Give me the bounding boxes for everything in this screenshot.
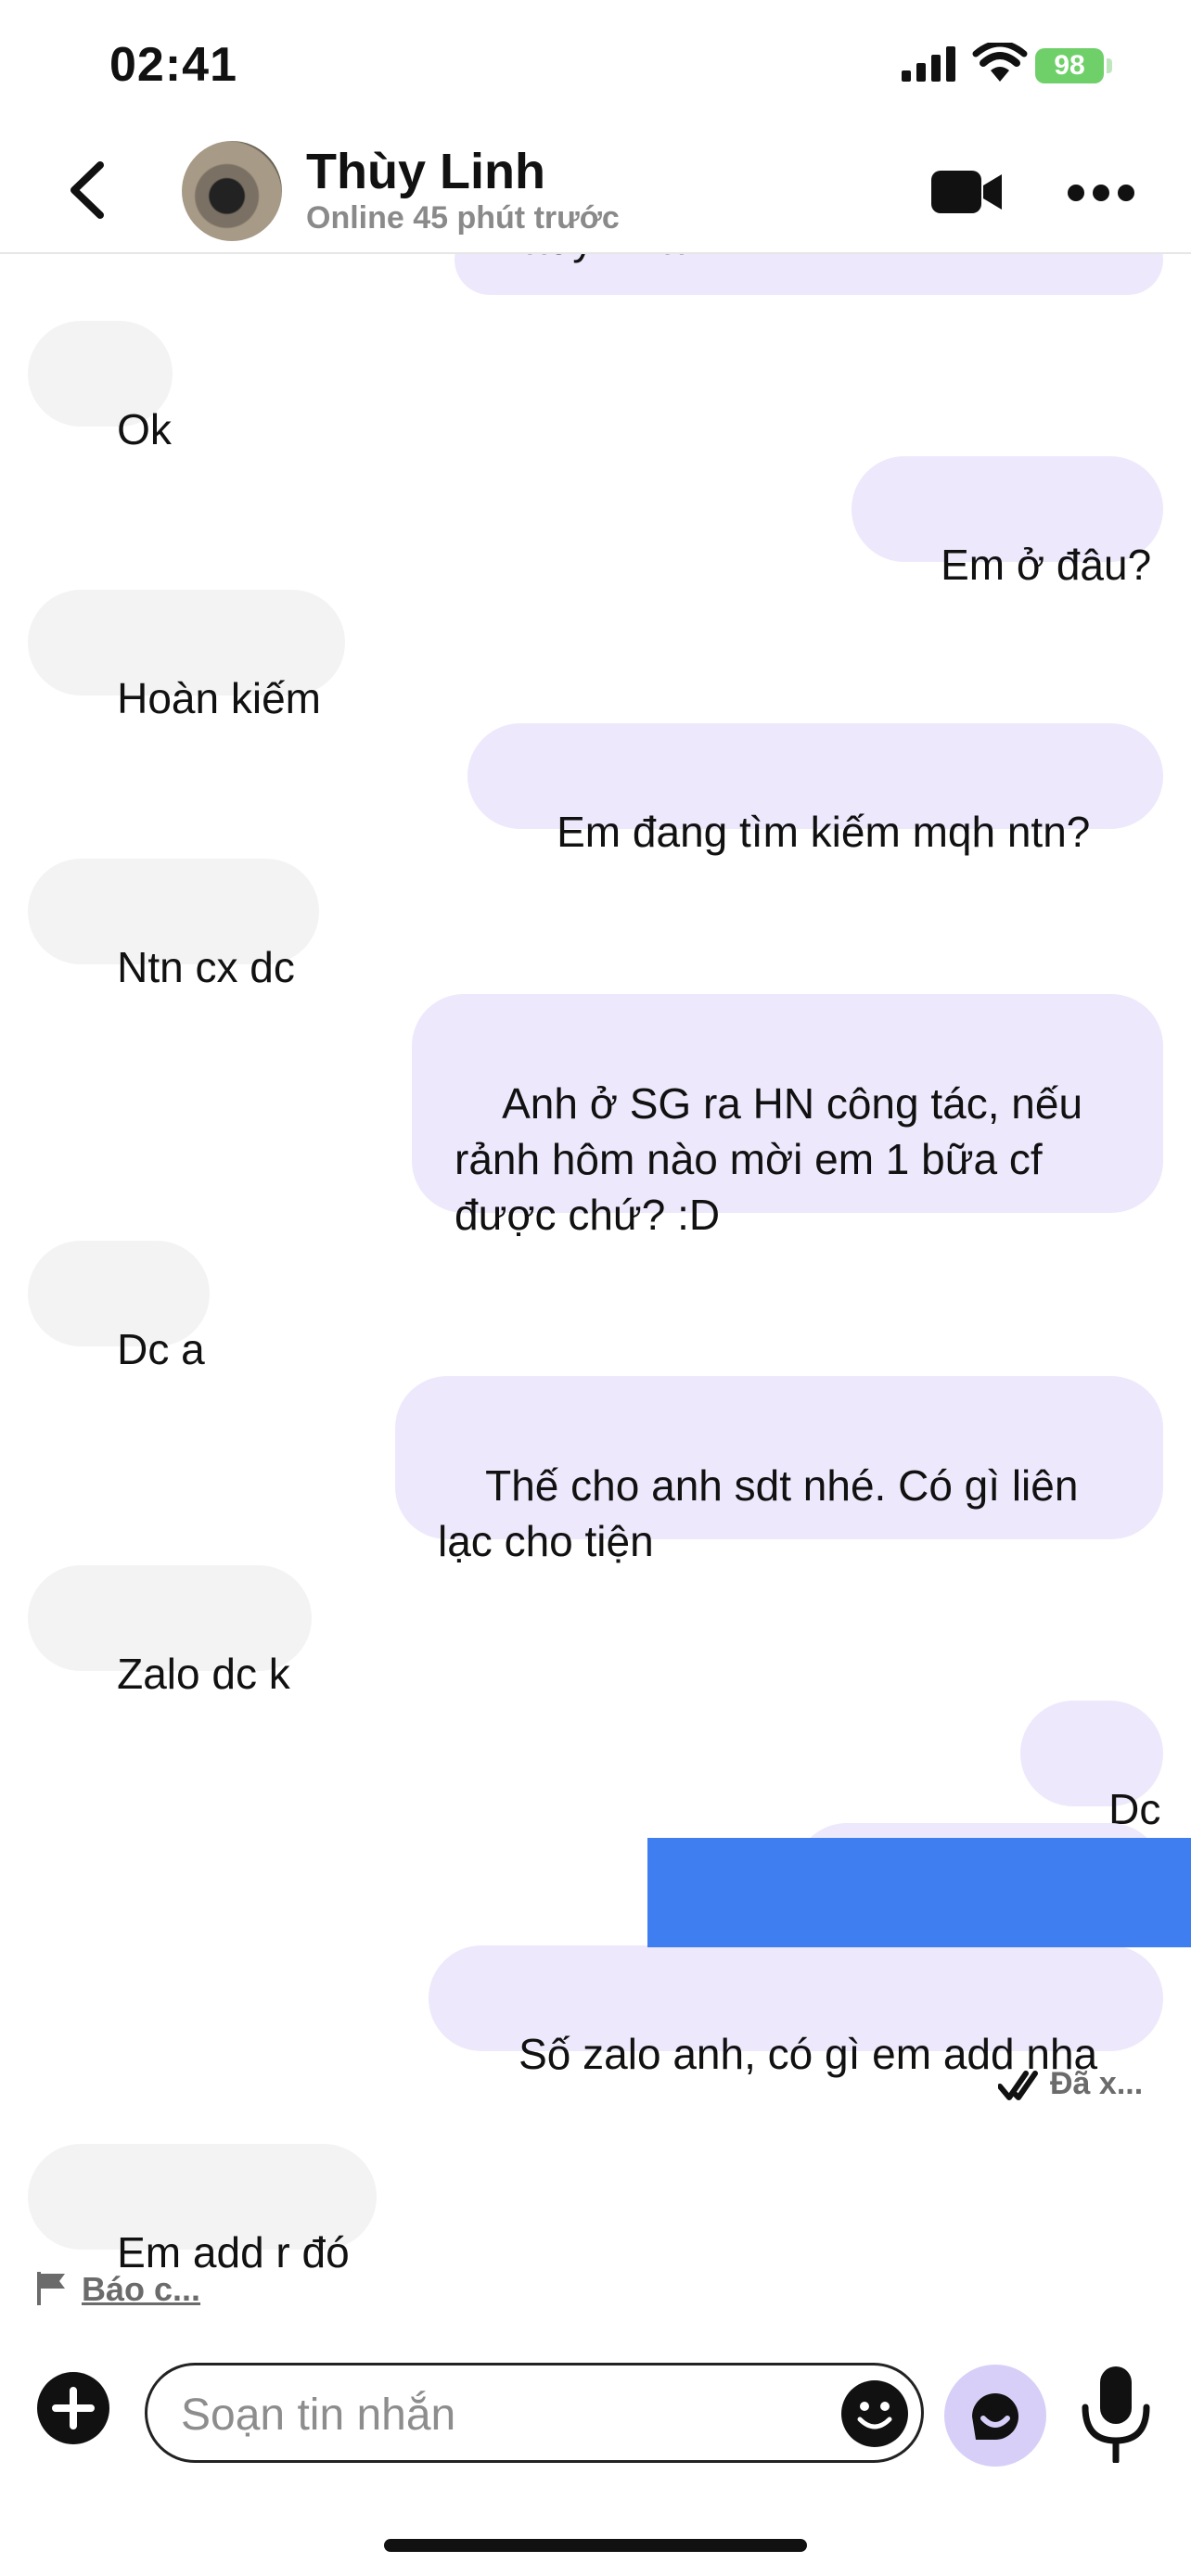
message-text: Ok xyxy=(117,405,172,453)
message-bubble-incoming[interactable]: Zalo dc k xyxy=(28,1565,312,1698)
more-dots-icon[interactable] xyxy=(1067,184,1135,202)
home-indicator xyxy=(384,2539,807,2552)
redaction-overlay xyxy=(647,1838,1191,1947)
message-bubble-outgoing[interactable]: Em đang tìm kiếm mqh ntn? xyxy=(467,723,1163,856)
message-text: Zalo dc k xyxy=(117,1650,290,1698)
contact-status: Online 45 phút trước xyxy=(306,200,620,236)
message-bubble-outgoing[interactable]: Dc xyxy=(1020,1701,1163,1833)
emoji-icon[interactable] xyxy=(841,2380,908,2447)
message-list[interactable]: Thùy Linh. Ok Em ở đâu? Hoàn kiếm Em đan… xyxy=(0,224,1191,2320)
signal-icon xyxy=(902,46,955,82)
message-bubble-outgoing[interactable]: Thế cho anh sdt nhé. Có gì liên lạc cho … xyxy=(395,1376,1163,1565)
status-bar: 02:41 98 xyxy=(0,0,1191,130)
message-input[interactable]: Soạn tin nhắn xyxy=(145,2363,924,2463)
message-bubble-incoming[interactable]: Hoàn kiếm xyxy=(28,590,345,722)
read-receipt: Đã x... xyxy=(1050,2066,1144,2101)
message-bubble-incoming[interactable]: Ok xyxy=(28,321,173,453)
status-time: 02:41 xyxy=(109,38,237,92)
contact-name[interactable]: Thùy Linh xyxy=(306,143,545,200)
message-bubble-incoming[interactable]: Dc a xyxy=(28,1241,210,1373)
ai-assistant-icon[interactable] xyxy=(944,2365,1046,2467)
message-bubble-outgoing[interactable]: Anh ở SG ra HN công tác, nếu rảnh hôm nà… xyxy=(412,994,1163,1239)
report-link[interactable]: Báo c... xyxy=(82,2270,200,2309)
battery-tip xyxy=(1107,58,1112,73)
battery-indicator: 98 xyxy=(1035,48,1104,83)
message-bubble-incoming[interactable]: Em add r đó xyxy=(28,2144,377,2276)
double-check-icon xyxy=(998,2071,1038,2100)
plus-icon[interactable] xyxy=(37,2372,109,2444)
message-text: Thế cho anh sdt nhé. Có gì liên lạc cho … xyxy=(438,1461,1091,1565)
message-bubble-outgoing[interactable]: Em ở đâu? xyxy=(852,456,1163,589)
message-bubble-outgoing[interactable]: Số zalo anh, có gì em add nha xyxy=(429,1945,1163,2078)
avatar[interactable] xyxy=(182,141,282,241)
message-text: Em đang tìm kiếm mqh ntn? xyxy=(557,808,1091,856)
flag-icon[interactable] xyxy=(35,2270,69,2307)
chat-header: Thùy Linh Online 45 phút trước xyxy=(0,130,1191,254)
composer-bar: Soạn tin nhắn xyxy=(0,2344,1191,2502)
message-text: Em ở đâu? xyxy=(941,541,1152,589)
message-text: Anh ở SG ra HN công tác, nếu rảnh hôm nà… xyxy=(455,1079,1095,1239)
back-chevron-icon[interactable] xyxy=(59,158,115,223)
video-camera-icon[interactable] xyxy=(931,169,1002,215)
wifi-icon xyxy=(972,43,1028,82)
message-bubble-incoming[interactable]: Ntn cx dc xyxy=(28,859,319,991)
message-text: Hoàn kiếm xyxy=(117,674,321,722)
microphone-icon[interactable] xyxy=(1080,2366,1152,2463)
message-text: Ntn cx dc xyxy=(117,943,295,991)
message-text: Dc a xyxy=(117,1325,205,1373)
message-input-placeholder: Soạn tin nhắn xyxy=(181,2391,456,2440)
